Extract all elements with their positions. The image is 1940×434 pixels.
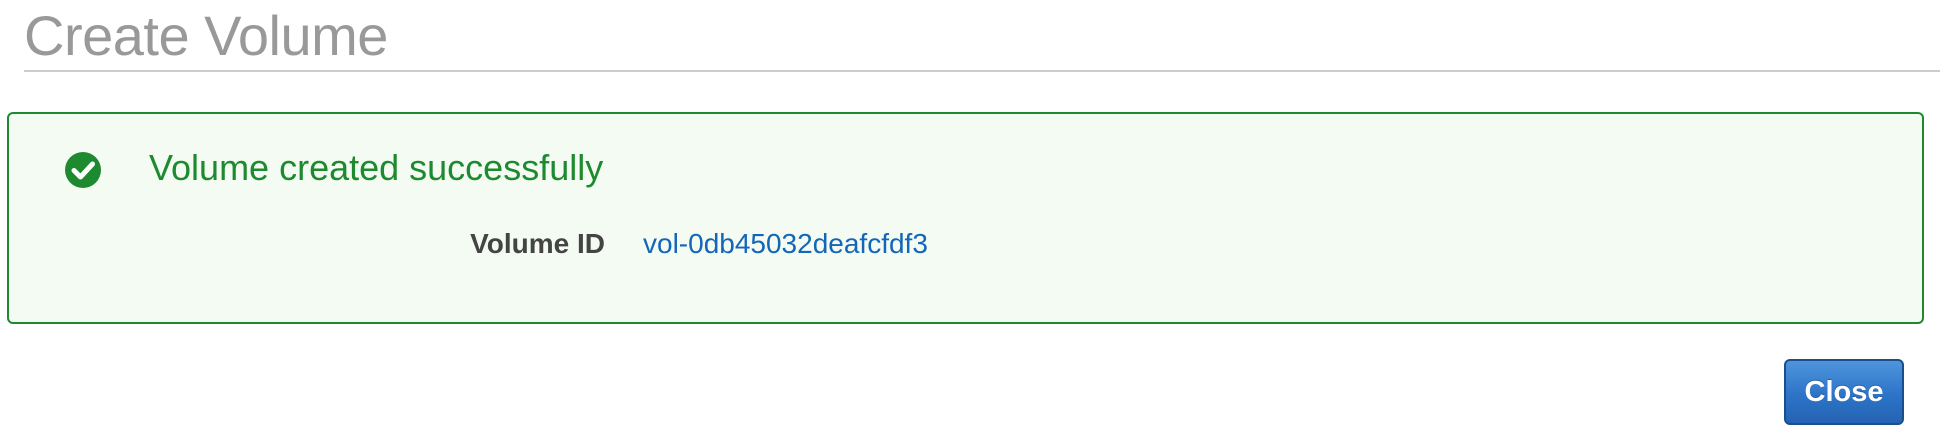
page-title: Create Volume [24,4,388,67]
success-alert: Volume created successfully Volume ID vo… [7,112,1924,324]
check-circle-icon [63,150,103,190]
alert-title: Volume created successfully [149,147,604,188]
close-button[interactable]: Close [1784,359,1904,425]
create-volume-dialog: Create Volume Volume created successfull… [0,0,1940,434]
title-divider [24,70,1940,72]
volume-id-label: Volume ID [470,228,605,259]
volume-id-link[interactable]: vol-0db45032deafcfdf3 [643,226,928,262]
